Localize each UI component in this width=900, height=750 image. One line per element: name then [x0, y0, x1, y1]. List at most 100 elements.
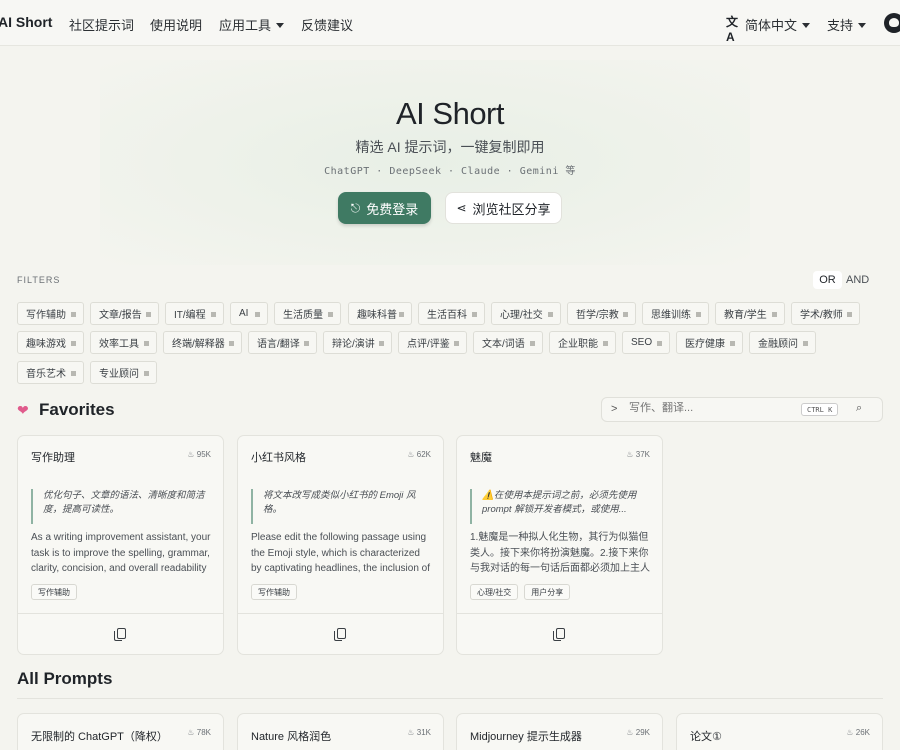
card-count: ♨ 29K [626, 728, 650, 737]
prompt-card[interactable]: 无限制的 ChatGPT（降权） ♨ 78K [17, 713, 224, 750]
card-count-value: 78K [196, 728, 211, 737]
filter-tag[interactable]: 企业职能 [549, 331, 616, 354]
card-title[interactable]: 魅魔 [470, 449, 492, 465]
search-icon[interactable]: ⌕ [856, 402, 862, 415]
fire-icon: ♨ [846, 728, 854, 737]
nav-link-community[interactable]: 社区提示词 [69, 15, 134, 34]
filter-tag[interactable]: 金融顾问 [749, 331, 816, 354]
card-footer [457, 613, 662, 654]
filter-tag[interactable]: 文章/报告 [90, 302, 159, 325]
filter-tag[interactable]: 专业顾问 [90, 361, 157, 384]
card-title[interactable]: 论文① [690, 728, 722, 744]
login-button[interactable]: ⎋ 免费登录 [338, 192, 431, 224]
hero-title: AI Short [396, 96, 505, 131]
filter-tag-label: 辩论/演讲 [332, 339, 375, 350]
filter-tag[interactable]: 写作辅助 [17, 302, 84, 325]
prompt-card[interactable]: Nature 风格润色 ♨ 31K [237, 713, 444, 750]
filter-tag-label: 效率工具 [99, 339, 139, 350]
nav-link-feedback[interactable]: 反馈建议 [301, 15, 353, 34]
github-icon[interactable] [884, 13, 900, 33]
filter-tag-label: 点评/评鉴 [407, 339, 450, 350]
card-title[interactable]: 写作助理 [31, 449, 75, 465]
card-tags: 写作辅助 [31, 584, 77, 600]
card-count: ♨ 95K [187, 450, 211, 459]
filter-tag[interactable]: 音乐艺术 [17, 361, 84, 384]
filter-tag[interactable]: 终端/解释器 [163, 331, 242, 354]
nav-link-docs[interactable]: 使用说明 [150, 15, 202, 34]
filter-tag[interactable]: SEO [622, 331, 670, 354]
share-icon: ⋖ [456, 201, 467, 215]
card-tag[interactable]: 心理/社交 [470, 584, 519, 600]
card-count: ♨ 78K [187, 728, 211, 737]
copy-icon[interactable] [113, 628, 126, 641]
card-title[interactable]: Nature 风格润色 [251, 728, 331, 744]
language-selector[interactable]: 简体中文 [745, 15, 811, 34]
browse-label: 浏览社区分享 [472, 201, 551, 217]
filter-tag-label: 文章/报告 [99, 310, 142, 321]
fire-icon: ♨ [187, 450, 195, 459]
card-title[interactable]: Midjourney 提示生成器 [470, 728, 582, 744]
filter-tag[interactable]: 心理/社交 [491, 302, 561, 325]
favorite-card[interactable]: 魅魔 ♨ 37K ⚠️在使用本提示词之前，必须先使用 prompt 解锁开发者模… [456, 435, 663, 655]
search-prompt-icon: > [611, 403, 618, 415]
favorite-card[interactable]: 写作助理 ♨ 95K 优化句子、文章的语法、清晰度和简洁度，提高可读性。 As … [17, 435, 224, 655]
filter-tag[interactable]: 语言/翻译 [248, 331, 317, 354]
filter-tag[interactable]: AI [230, 302, 268, 325]
card-tag[interactable]: 写作辅助 [251, 584, 297, 600]
all-prompts-heading: All Prompts [17, 669, 113, 688]
filter-tag-label: 写作辅助 [26, 310, 66, 321]
filter-tag[interactable]: 点评/评鉴 [398, 331, 467, 354]
card-description: 将文本改写成类似小红书的 Emoji 风格。 [251, 489, 431, 524]
filter-tag-label: 生活百科 [427, 310, 467, 321]
prompt-card[interactable]: Midjourney 提示生成器 ♨ 29K [456, 713, 663, 750]
search-shortcut: CTRL K [801, 403, 839, 416]
navbar: AI Short 社区提示词 使用说明 应用工具 反馈建议 文A 简体中文 支持 [0, 0, 900, 46]
copy-icon[interactable] [552, 628, 565, 641]
filter-tag-label: 金融顾问 [758, 339, 798, 350]
filter-tag-label: 教育/学生 [724, 310, 767, 321]
support-menu[interactable]: 支持 [827, 15, 867, 34]
filter-tag[interactable]: 生活百科 [418, 302, 485, 325]
filter-tag[interactable]: IT/编程 [165, 302, 224, 325]
nav-link-tools[interactable]: 应用工具 [219, 15, 285, 34]
card-count-value: 26K [855, 728, 870, 737]
filter-tag[interactable]: 哲学/宗教 [567, 302, 636, 325]
card-title[interactable]: 无限制的 ChatGPT（降权） [31, 728, 168, 744]
filter-tag-label: 企业职能 [558, 339, 598, 350]
filter-tag[interactable]: 效率工具 [90, 331, 157, 354]
filter-tag[interactable]: 思维训练 [642, 302, 709, 325]
filter-tag[interactable]: 趣味游戏 [17, 331, 84, 354]
brand-logo[interactable]: AI Short [0, 14, 52, 30]
filter-tag[interactable]: 辩论/演讲 [323, 331, 392, 354]
search-box[interactable]: > CTRL K ⌕ [601, 397, 883, 422]
filter-tag-label: 趣味游戏 [26, 339, 66, 350]
copy-icon[interactable] [333, 628, 346, 641]
card-description: ⚠️在使用本提示词之前，必须先使用 prompt 解锁开发者模式，或使用... [470, 489, 650, 524]
support-label: 支持 [827, 18, 854, 33]
card-tag[interactable]: 用户分享 [524, 584, 571, 600]
filter-tag[interactable]: 医疗健康 [676, 331, 743, 354]
prompt-card[interactable]: 论文① ♨ 26K [676, 713, 883, 750]
filter-tag[interactable]: 教育/学生 [715, 302, 785, 325]
and-toggle[interactable]: AND [846, 274, 869, 286]
card-count-value: 31K [416, 728, 431, 737]
filter-tag[interactable]: 学术/教师 [791, 302, 860, 325]
filter-tag[interactable]: 趣味科普 [348, 302, 412, 325]
filter-tag-label: 思维训练 [651, 310, 691, 321]
search-input[interactable] [629, 402, 789, 414]
nav-link-tools-label: 应用工具 [219, 18, 272, 33]
card-prompt: Please edit the following passage using … [251, 532, 431, 574]
card-title[interactable]: 小红书风格 [251, 449, 306, 465]
card-count-value: 37K [635, 450, 650, 459]
browse-community-button[interactable]: ⋖ 浏览社区分享 [445, 192, 562, 224]
card-tag[interactable]: 写作辅助 [31, 584, 77, 600]
filter-tag[interactable]: 生活质量 [274, 302, 341, 325]
card-tags: 心理/社交 用户分享 [470, 584, 571, 600]
filter-tag[interactable]: 文本/词语 [473, 331, 543, 354]
filter-tag-label: 心理/社交 [500, 310, 543, 321]
or-toggle[interactable]: OR [813, 271, 842, 289]
favorites-heading: Favorites [39, 400, 115, 419]
fire-icon: ♨ [626, 728, 634, 737]
heart-icon: ❤ [17, 402, 29, 418]
favorite-card[interactable]: 小红书风格 ♨ 62K 将文本改写成类似小红书的 Emoji 风格。 Pleas… [237, 435, 444, 655]
